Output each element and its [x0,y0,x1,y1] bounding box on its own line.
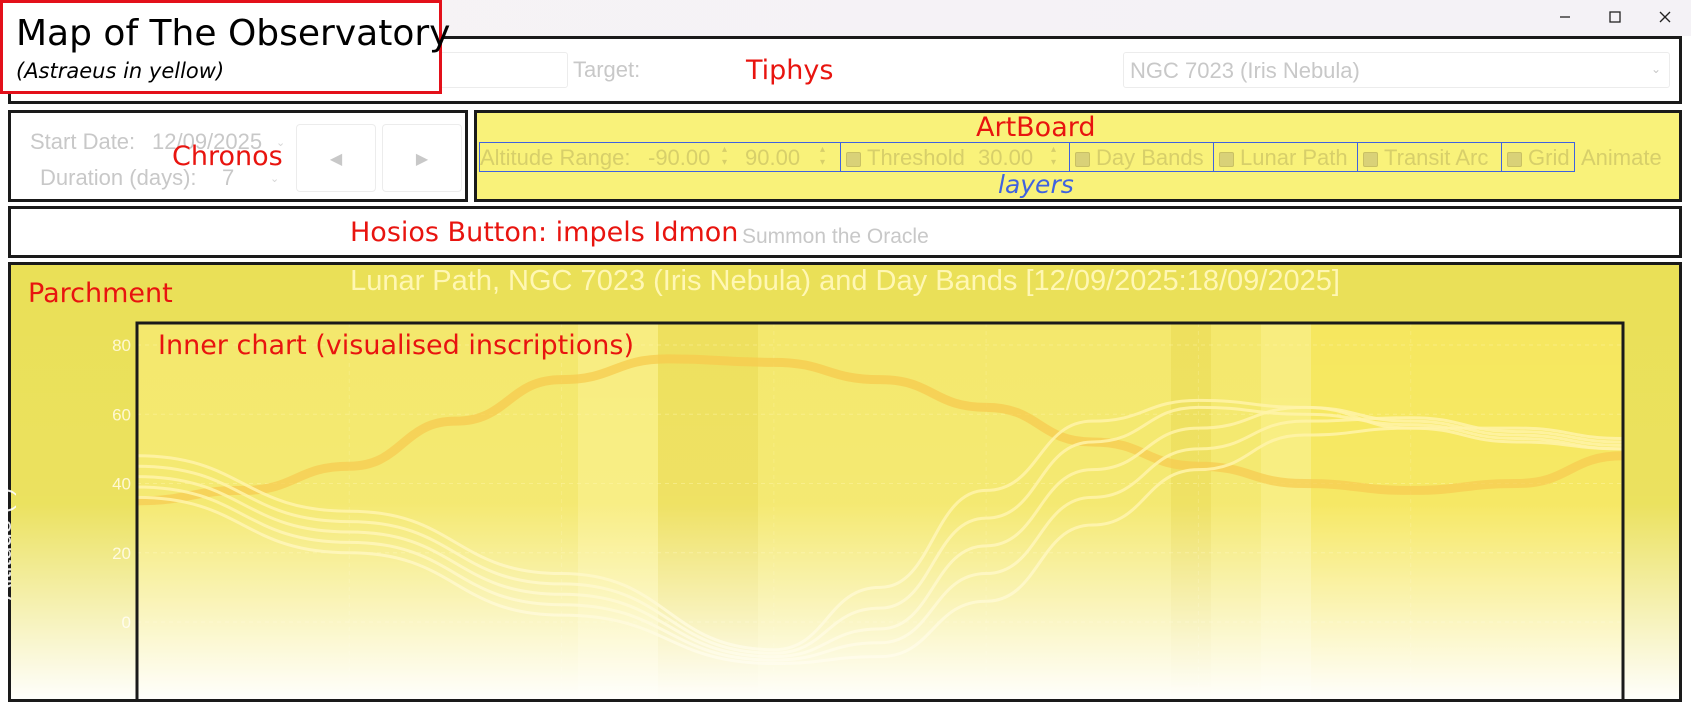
lunar-path-checkbox[interactable] [1219,151,1234,167]
parchment-annotation: Parchment [28,278,173,309]
grid-checkbox[interactable] [1507,151,1522,167]
altitude-min-input[interactable]: -90.00 [648,145,710,171]
threshold-input[interactable]: 30.00 [978,145,1033,171]
chevron-down-icon: ⌄ [1650,62,1661,76]
animate-button[interactable]: Animate [1581,145,1662,171]
start-date-label: Start Date: [30,129,136,154]
title-annotation-box: Map of The Observatory (Astraeus in yell… [0,0,450,94]
lunar-path-toggle[interactable]: Lunar Path [1219,145,1348,171]
transit-arc-cell[interactable]: Transit Arc [1357,142,1502,172]
altitude-max-input[interactable]: 90.00 [745,145,800,171]
altitude-max-spinner-icon[interactable]: ▴ ▾ [820,143,825,169]
close-icon[interactable] [1642,2,1688,32]
grid-toggle[interactable]: Grid [1507,145,1570,171]
target-select-value: NGC 7023 (Iris Nebula) [1130,58,1360,83]
altitude-range-label: Altitude Range: [480,145,631,170]
name-field[interactable] [440,52,568,88]
day-bands-toggle[interactable]: Day Bands [1075,145,1204,171]
next-day-button[interactable]: ▶ [382,124,462,192]
altitude-min-spinner-icon[interactable]: ▴ ▾ [722,143,727,169]
threshold-label[interactable]: Threshold [846,145,965,171]
inner-chart-annotation: Inner chart (visualised inscriptions) [158,330,634,361]
threshold-cell: Threshold 30.00 ▴ ▾ [840,142,1070,172]
altitude-range-cell: Altitude Range: -90.00 ▴ ▾ 90.00 ▴ ▾ [479,142,841,172]
grid-cell[interactable]: Grid [1501,142,1575,172]
prev-day-button[interactable]: ◀ [296,124,376,192]
triangle-left-icon: ◀ [329,148,343,168]
page-subtitle: (Astraeus in yellow) [16,59,225,83]
triangle-right-icon: ▶ [415,148,429,168]
threshold-checkbox[interactable] [846,151,861,167]
day-bands-cell[interactable]: Day Bands [1069,142,1214,172]
chart-title: Lunar Path, NGC 7023 (Iris Nebula) and D… [350,265,1340,297]
threshold-spinner-icon[interactable]: ▴ ▾ [1051,143,1056,169]
target-label: Target: [573,57,641,82]
target-select[interactable]: NGC 7023 (Iris Nebula) ⌄ [1123,52,1670,88]
transit-arc-toggle[interactable]: Transit Arc [1363,145,1488,171]
parchment-frame: 020406080 [8,262,1682,702]
summon-oracle-button[interactable]: Summon the Oracle [742,225,929,249]
maximize-icon[interactable] [1592,2,1638,32]
minimize-icon[interactable] [1542,2,1588,32]
artboard-annotation: ArtBoard [976,112,1096,143]
tiphys-annotation: Tiphys [746,55,834,86]
transit-arc-checkbox[interactable] [1363,151,1378,167]
duration-stepper-icon[interactable]: ⌄ [270,172,279,185]
layers-annotation: layers [998,170,1074,199]
page-title: Map of The Observatory [16,13,451,54]
y-axis-label: Altitude (°) [0,487,17,600]
chronos-annotation: Chronos [172,141,283,172]
hosios-annotation: Hosios Button: impels Idmon [350,217,739,248]
lunar-path-cell[interactable]: Lunar Path [1213,142,1358,172]
day-bands-checkbox[interactable] [1075,151,1090,167]
